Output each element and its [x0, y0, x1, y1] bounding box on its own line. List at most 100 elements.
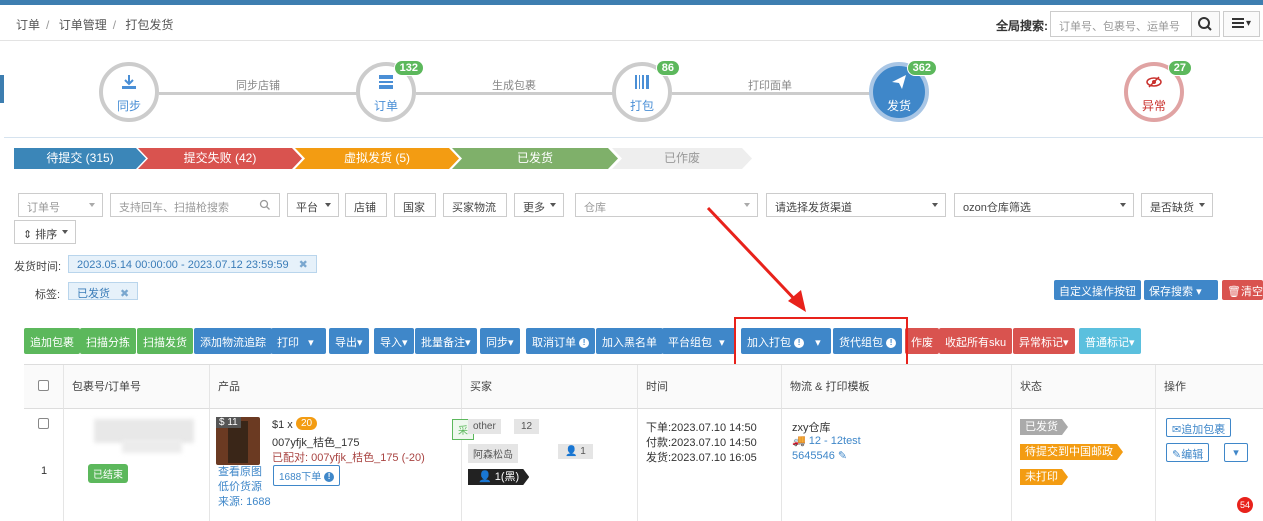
step-sync[interactable]: 同步: [99, 62, 159, 122]
platform-filter[interactable]: 平台: [287, 193, 339, 217]
source-link[interactable]: 来源: 1688: [218, 493, 271, 509]
step-exception-badge: 27: [1167, 60, 1192, 76]
order-time: 下单:2023.07.10 14:50: [646, 422, 757, 434]
export-button[interactable]: 导出▾: [329, 328, 369, 354]
edit-icon[interactable]: ✎: [838, 450, 847, 462]
flow-link-print-labels[interactable]: 打印面单: [748, 77, 792, 93]
view-image-link[interactable]: 查看原图: [218, 463, 262, 479]
breadcrumb-item-order-management[interactable]: 订单管理: [59, 18, 107, 32]
eye-slash-icon: [1128, 74, 1180, 94]
row-edit-button[interactable]: ✎编辑: [1166, 443, 1210, 462]
more-filters-label: 更多: [523, 202, 545, 214]
user-icon: 👤: [565, 446, 578, 457]
normal-mark-button[interactable]: 普通标记▾: [1079, 328, 1141, 354]
shop-filter[interactable]: 店铺: [345, 193, 387, 217]
close-icon[interactable]: ✖: [299, 259, 308, 271]
logistics-channel-label[interactable]: 12 - 12test: [809, 435, 861, 447]
pay-time: 付款:2023.07.10 14:50: [646, 437, 757, 449]
select-all-checkbox[interactable]: [38, 380, 49, 391]
exception-mark-button[interactable]: 异常标记▾: [1013, 328, 1075, 354]
ship-time-label: 发货时间:: [14, 261, 62, 273]
step-ship-badge: 362: [906, 60, 937, 76]
custom-actions-button[interactable]: 自定义操作按钮: [1054, 280, 1141, 300]
import-button[interactable]: 导入▾: [374, 328, 414, 354]
row-checkbox[interactable]: [38, 418, 49, 429]
order-1688-button[interactable]: 1688下单 !: [273, 465, 341, 486]
tab-submit-failed[interactable]: 提交失败 (42): [138, 148, 302, 169]
add-blacklist-button[interactable]: 加入黑名单: [596, 328, 663, 354]
breadcrumb: 订单 / 订单管理 / 打包发货: [16, 18, 174, 32]
col-product: 产品: [210, 365, 462, 409]
low-price-source-link[interactable]: 低价货源: [218, 478, 262, 494]
chevron-down-icon: ▾: [1063, 337, 1069, 349]
flow-link-generate-packages[interactable]: 生成包裹: [492, 77, 536, 93]
col-actions: 操作: [1156, 365, 1263, 409]
close-icon[interactable]: ✖: [120, 288, 129, 300]
highlight-box: [734, 317, 908, 370]
col-package-no: 包裹号/订单号: [64, 365, 210, 409]
step-order[interactable]: 订单 132: [356, 60, 424, 122]
notification-badge[interactable]: 54: [1237, 497, 1253, 513]
void-button[interactable]: 作废: [905, 328, 939, 354]
sort-button[interactable]: ⇕ 排序: [14, 220, 76, 244]
global-search-input[interactable]: 订单号、包裹号、运单号: [1050, 11, 1192, 37]
buyer-orders-tag: 👤 1: [558, 444, 593, 459]
platform-filter-label: 平台: [296, 202, 318, 214]
chevron-down-icon: ▾: [719, 337, 725, 349]
search-options-button[interactable]: ▾: [1223, 11, 1260, 37]
row-add-package-label: 追加包裹: [1181, 424, 1226, 436]
ozon-warehouse-value: ozon仓库筛选: [963, 202, 1031, 214]
tracking-number-value: 5645546: [792, 450, 835, 462]
cancel-order-label: 取消订单: [532, 337, 576, 349]
keyword-search-input[interactable]: 支持回车、扫描枪搜索: [110, 193, 280, 217]
step-pack[interactable]: 打包 86: [612, 60, 680, 122]
flow-link-sync-shops[interactable]: 同步店铺: [236, 77, 280, 93]
row-more-button[interactable]: ▾: [1224, 443, 1248, 462]
step-pack-label: 打包: [629, 99, 654, 113]
batch-remark-button[interactable]: 批量备注▾: [415, 328, 477, 354]
tab-voided[interactable]: 已作废: [612, 148, 752, 169]
add-package-button[interactable]: 追加包裹: [24, 328, 80, 354]
order-1688-label: 1688下单: [279, 472, 322, 483]
breadcrumb-item-orders[interactable]: 订单: [16, 18, 40, 32]
tracking-number[interactable]: 5645546 ✎: [792, 449, 847, 462]
buyer-logistics-filter[interactable]: 买家物流: [443, 193, 507, 217]
ozon-warehouse-select[interactable]: ozon仓库筛选: [954, 193, 1134, 217]
scan-sort-button[interactable]: 扫描分拣: [80, 328, 136, 354]
user-icon: 👤: [478, 471, 492, 483]
save-search-button[interactable]: 保存搜索 ▾: [1144, 280, 1218, 300]
stock-filter[interactable]: 是否缺货: [1141, 193, 1213, 217]
select-all-header: [24, 365, 64, 409]
tag-chip: 已发货 ✖: [68, 282, 139, 300]
product-thumbnail[interactable]: $ 11: [216, 417, 260, 465]
tab-shipped[interactable]: 已发货: [452, 148, 618, 169]
row-add-package-button[interactable]: ✉追加包裹: [1166, 418, 1232, 437]
country-filter[interactable]: 国家: [394, 193, 436, 217]
info-icon: !: [324, 472, 335, 483]
step-exception[interactable]: 异常 27: [1124, 60, 1192, 122]
more-filters[interactable]: 更多: [514, 193, 564, 217]
chevron-down-icon: ▾: [508, 337, 514, 349]
page-header: 订单 / 订单管理 / 打包发货 全局搜索: 订单号、包裹号、运单号 ▾: [0, 5, 1263, 41]
cancel-order-button[interactable]: 取消订单 !: [526, 328, 596, 354]
step-exception-label: 异常: [1141, 99, 1166, 113]
clear-button[interactable]: 🗑清空: [1222, 280, 1263, 300]
step-ship[interactable]: 发货 362: [869, 60, 937, 122]
scan-ship-button[interactable]: 扫描发货: [137, 328, 193, 354]
status-not-printed: 未打印: [1020, 469, 1068, 485]
collapse-sku-button[interactable]: 收起所有sku: [939, 328, 1013, 354]
row-edit-label: 编辑: [1181, 449, 1204, 461]
global-search-button[interactable]: [1191, 11, 1220, 37]
add-tracking-button[interactable]: 添加物流追踪: [194, 328, 272, 354]
tab-pending-submit[interactable]: 待提交 (315): [14, 148, 146, 169]
platform-group-label: 平台组包: [668, 337, 712, 349]
order-no-select[interactable]: 订单号: [18, 193, 103, 217]
print-button[interactable]: 打印 ▾: [271, 328, 326, 354]
package-cell: 已结束: [64, 409, 210, 521]
download-icon: [103, 74, 155, 94]
tab-virtual-ship[interactable]: 虚拟发货 (5): [295, 148, 459, 169]
platform-group-button[interactable]: 平台组包 ▾: [662, 328, 736, 354]
order-no-select-value: 订单号: [27, 202, 60, 214]
sync-button[interactable]: 同步▾: [480, 328, 520, 354]
status-pending-post: 待提交到中国邮政: [1020, 444, 1123, 460]
